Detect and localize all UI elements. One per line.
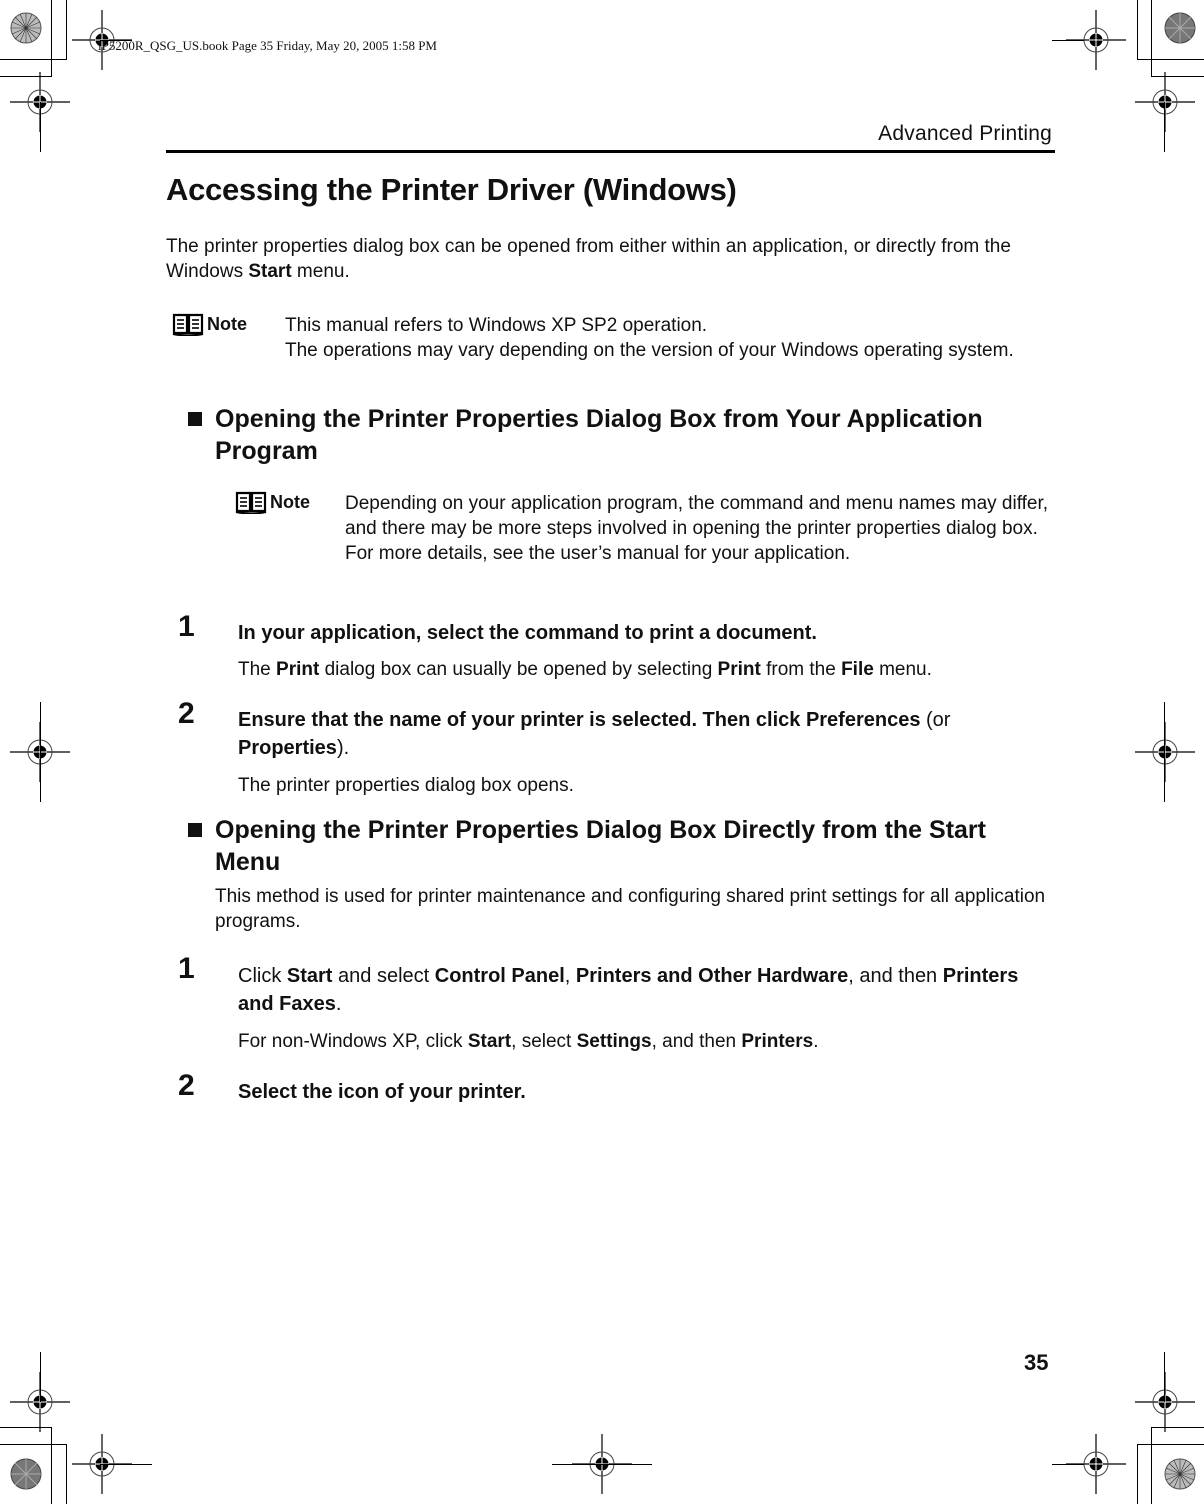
step-title: Ensure that the name of your printer is … — [238, 709, 951, 759]
crop-mark — [1137, 0, 1138, 60]
registration-mark-icon — [1135, 1372, 1195, 1432]
note-text: This manual refers to Windows XP SP2 ope… — [285, 315, 1014, 361]
crop-mark — [0, 59, 67, 60]
step-title: Click Start and select Control Panel, Pr… — [238, 965, 1019, 1015]
crop-mark — [1137, 59, 1204, 60]
note-box: Note — [172, 312, 247, 336]
step-number: 1 — [178, 952, 195, 985]
section-heading: Opening the Printer Properties Dialog Bo… — [188, 403, 1035, 467]
crop-mark — [552, 1464, 652, 1465]
book-note-icon — [172, 313, 204, 336]
note-badge: Note — [172, 312, 247, 336]
running-head: Advanced Printing — [878, 122, 1052, 145]
crop-mark — [66, 1444, 67, 1504]
note-badge: Note — [235, 490, 310, 514]
crop-mark — [1137, 1444, 1204, 1445]
note-box: Note — [235, 490, 310, 514]
crop-mark — [1052, 40, 1084, 41]
step-description: For non-Windows XP, click Start, select … — [238, 1031, 819, 1052]
crop-mark — [40, 1352, 41, 1402]
section-heading: Opening the Printer Properties Dialog Bo… — [188, 814, 1035, 878]
crop-mark — [51, 1427, 52, 1504]
color-target-icon — [10, 12, 42, 44]
page-title: Accessing the Printer Driver (Windows) — [166, 172, 737, 207]
crop-mark — [1052, 1464, 1084, 1465]
square-bullet-icon — [188, 412, 202, 426]
step-title: In your application, select the command … — [238, 622, 817, 644]
note-label: Note — [270, 491, 310, 512]
crop-mark — [1137, 1444, 1138, 1504]
registration-mark-icon — [1135, 72, 1195, 132]
section-description: This method is used for printer maintena… — [215, 886, 1046, 932]
crop-mark — [1164, 1352, 1165, 1402]
note-label: Note — [207, 313, 247, 334]
book-note-icon — [235, 491, 267, 514]
crop-mark — [1164, 102, 1165, 152]
color-target-icon — [1164, 1458, 1196, 1490]
square-bullet-icon — [188, 823, 202, 837]
color-target-icon — [1164, 12, 1196, 44]
book-file-info: iP5200R_QSG_US.book Page 35 Friday, May … — [98, 38, 437, 53]
note-text: Depending on your application program, t… — [345, 493, 1049, 564]
crop-mark — [40, 102, 41, 152]
start-menu-ref: Start — [248, 261, 292, 282]
crop-mark — [100, 1464, 152, 1465]
step-number: 2 — [178, 697, 195, 730]
step-number: 1 — [178, 610, 195, 643]
color-target-icon — [10, 1458, 42, 1490]
crop-mark — [1164, 702, 1165, 802]
crop-mark — [1151, 1427, 1152, 1504]
step-description: The Print dialog box can usually be open… — [238, 659, 932, 680]
step-title: Select the icon of your printer. — [238, 1081, 526, 1103]
crop-mark — [1151, 0, 1152, 77]
crop-mark — [51, 0, 52, 77]
intro-paragraph: The printer properties dialog box can be… — [166, 236, 1011, 282]
crop-mark — [40, 702, 41, 802]
step-description: The printer properties dialog box opens. — [238, 775, 574, 796]
crop-mark — [66, 0, 67, 60]
crop-mark — [0, 1444, 67, 1445]
page-number: 35 — [1024, 1350, 1049, 1375]
header-rule — [166, 150, 1055, 153]
step-number: 2 — [178, 1069, 195, 1102]
registration-mark-icon — [1135, 722, 1195, 782]
